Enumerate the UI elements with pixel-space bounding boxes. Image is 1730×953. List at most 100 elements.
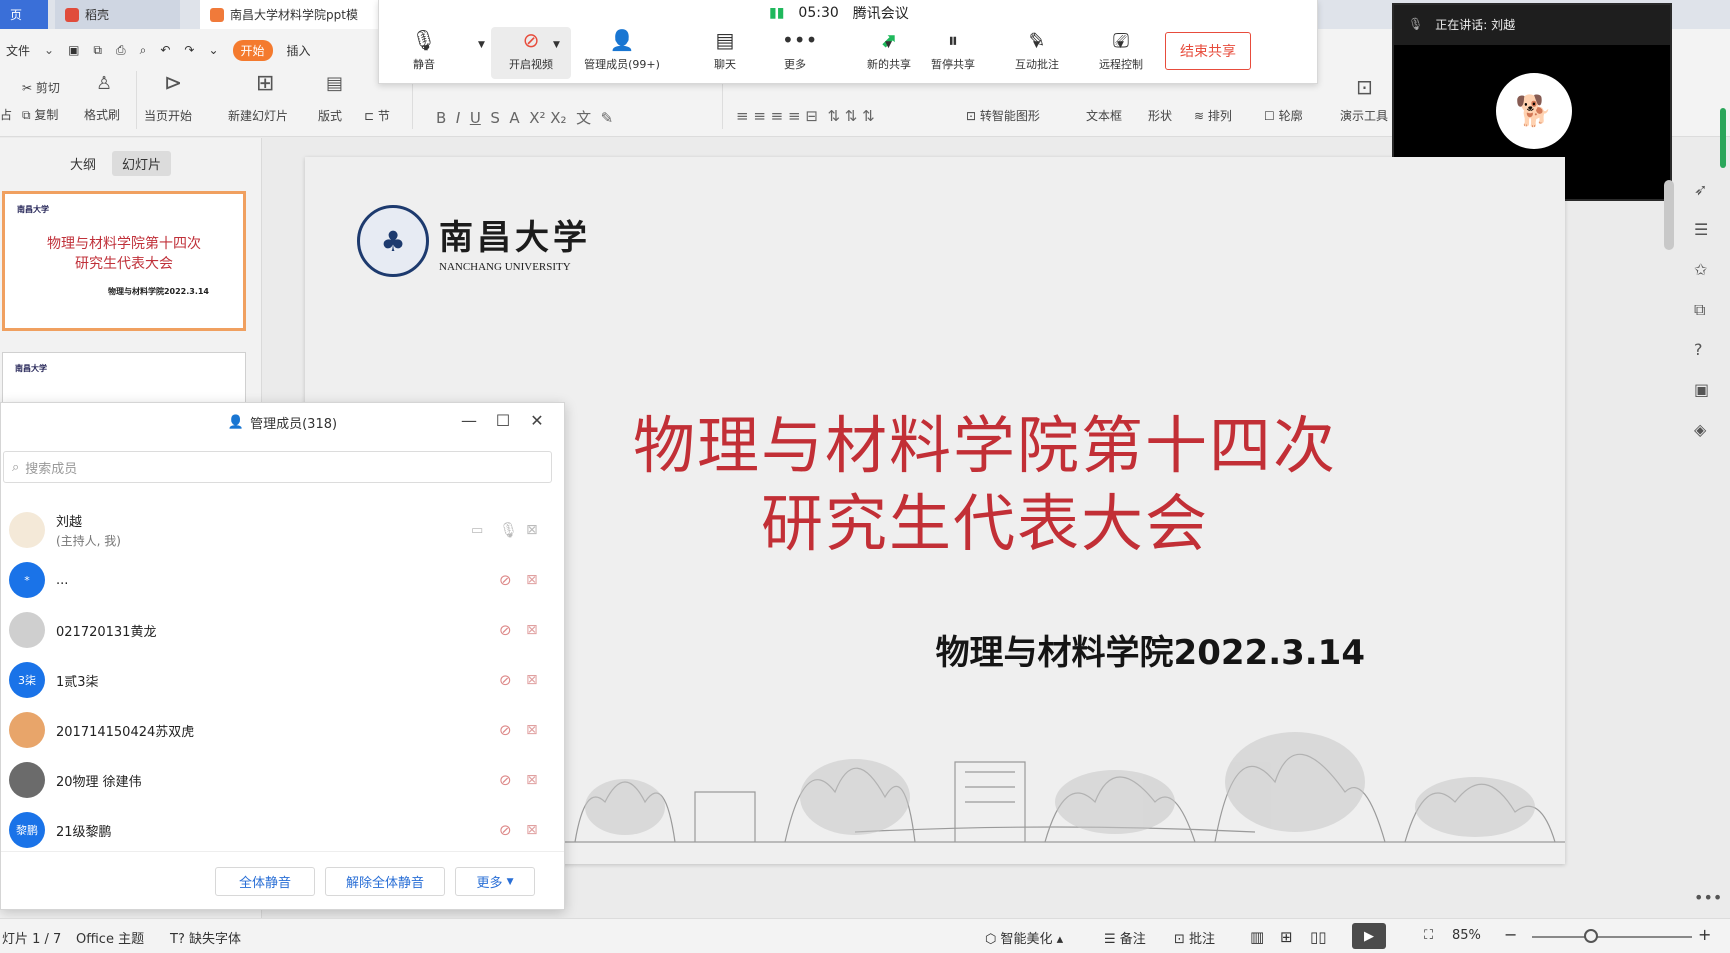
mic-muted-icon[interactable]: ⊘: [499, 571, 512, 589]
camera-off-icon[interactable]: ⊠: [526, 822, 538, 838]
fit-window-icon[interactable]: ⛶: [1424, 928, 1433, 943]
mic-muted-icon[interactable]: ⊘: [499, 771, 512, 789]
from-current-button[interactable]: 当页开始: [144, 107, 192, 124]
member-row[interactable]: 201714150424苏双虎 ⊘ ⊠: [1, 705, 564, 755]
compass-icon[interactable]: ◈: [1694, 420, 1706, 439]
remote-dropdown-icon[interactable]: ▼: [1117, 40, 1124, 50]
more-actions-button[interactable]: 更多 ▼: [455, 867, 535, 896]
menu-file[interactable]: 文件: [6, 42, 30, 59]
manage-members-button[interactable]: 👤 管理成员(99+): [567, 28, 677, 72]
minimize-icon[interactable]: —: [452, 411, 486, 430]
sliders-icon[interactable]: ☰: [1694, 220, 1708, 239]
copy-button[interactable]: ⧉ 复制: [22, 106, 58, 123]
mic-muted-icon[interactable]: ⊘: [499, 821, 512, 839]
annotate-button[interactable]: ✎ 互动批注: [997, 28, 1077, 72]
tab-daoke[interactable]: 稻壳: [55, 0, 180, 29]
more-button[interactable]: ••• 更多: [755, 28, 835, 72]
maximize-icon[interactable]: ☐: [486, 411, 520, 430]
camera-off-icon[interactable]: ⊠: [526, 622, 538, 638]
print-icon[interactable]: ⎙: [116, 43, 126, 58]
unmute-all-button[interactable]: 解除全体静音: [325, 867, 445, 896]
member-row[interactable]: 20物理 徐建伟 ⊘ ⊠: [1, 755, 564, 805]
image-icon[interactable]: ▣: [1694, 380, 1709, 399]
redo-icon[interactable]: ↷: [184, 43, 194, 57]
slide-thumbnail-1[interactable]: 南昌大学 物理与材料学院第十四次 研究生代表大会 物理与材料学院2022.3.1…: [2, 191, 246, 331]
zoom-in-icon[interactable]: +: [1698, 925, 1711, 944]
font-style-group[interactable]: B I U S A X² X₂ 文 ✎: [436, 107, 613, 128]
zoom-level[interactable]: 85%: [1452, 928, 1481, 943]
member-row[interactable]: 刘越 (主持人, 我) ▭ 🎙 ⊠: [1, 505, 564, 555]
format-painter-button[interactable]: 格式刷: [84, 106, 120, 123]
tab-outline[interactable]: 大纲: [60, 151, 106, 176]
annotate-dropdown-icon[interactable]: ▼: [1033, 40, 1040, 50]
arrange-button[interactable]: ≋ 排列: [1194, 107, 1232, 124]
slide-title[interactable]: 物理与材料学院第十四次 研究生代表大会: [535, 407, 1435, 563]
camera-off-icon[interactable]: ⊠: [526, 722, 538, 738]
remote-control-button[interactable]: ⎚ 远程控制: [1081, 28, 1161, 72]
mute-dropdown-icon[interactable]: ▼: [478, 40, 485, 50]
zoom-out-icon[interactable]: −: [1504, 925, 1517, 944]
menu-insert[interactable]: 插入: [287, 42, 311, 59]
video-button[interactable]: ⊘ 开启视频: [491, 27, 571, 79]
shape-button[interactable]: 形状: [1148, 107, 1172, 124]
slideshow-play-button[interactable]: ▶: [1352, 923, 1386, 949]
mute-all-button[interactable]: 全体静音: [215, 867, 315, 896]
close-icon[interactable]: ✕: [520, 411, 554, 430]
comment-button[interactable]: ⊡ 批注: [1174, 928, 1215, 947]
missing-font-button[interactable]: T? 缺失字体: [170, 928, 241, 947]
video-dropdown-icon[interactable]: ▼: [553, 40, 560, 50]
mic-icon[interactable]: 🎙: [499, 521, 518, 539]
tab-slides[interactable]: 幻灯片: [112, 151, 172, 176]
normal-view-icon[interactable]: ▥: [1250, 928, 1264, 946]
smart-shape-button[interactable]: ⊡ 转智能图形: [966, 107, 1040, 124]
more-icon[interactable]: •••: [1694, 888, 1722, 907]
screen-share-icon[interactable]: ▭: [471, 523, 483, 538]
new-slide-button[interactable]: 新建幻灯片: [228, 107, 288, 124]
share-dropdown-icon[interactable]: ▼: [885, 40, 892, 50]
notes-button[interactable]: ☰ 备注: [1104, 928, 1146, 947]
member-row[interactable]: 021720131黄龙 ⊘ ⊠: [1, 605, 564, 655]
zoom-slider-handle[interactable]: [1584, 929, 1598, 943]
member-row[interactable]: 黎鹏 21级黎鹏 ⊘ ⊠: [1, 805, 564, 855]
end-share-button[interactable]: 结束共享: [1165, 32, 1251, 70]
paste-label[interactable]: 占: [0, 106, 12, 123]
grid-view-icon[interactable]: ⊞: [1280, 928, 1293, 946]
pin-icon[interactable]: ✩: [1694, 260, 1707, 279]
member-search-input[interactable]: ⌕ 搜索成员: [3, 451, 552, 483]
member-row[interactable]: *... ⊘ ⊠: [1, 555, 564, 605]
help-icon[interactable]: ?: [1694, 340, 1703, 359]
layout-icon[interactable]: ▤: [326, 73, 343, 94]
save-icon[interactable]: ▣: [68, 43, 79, 57]
tab-home[interactable]: 页: [0, 0, 48, 29]
undo-icon[interactable]: ↶: [160, 43, 170, 57]
beautify-button[interactable]: ⬡ 智能美化 ▴: [985, 928, 1063, 947]
copy-icon[interactable]: ⧉: [1694, 300, 1705, 320]
chevron-down-icon[interactable]: ⌄: [44, 43, 54, 57]
customize-icon[interactable]: ⌄: [208, 43, 218, 57]
camera-off-icon[interactable]: ⊠: [526, 572, 538, 588]
slide-vertical-scrollbar[interactable]: [1664, 180, 1674, 250]
new-slide-icon[interactable]: ⊞: [256, 71, 274, 96]
mic-muted-icon[interactable]: ⊘: [499, 671, 512, 689]
tab-ppt-document[interactable]: 南昌大学材料学院ppt模: [200, 0, 385, 29]
section-button[interactable]: ⊏ 节: [364, 107, 390, 124]
page-scrollbar[interactable]: [1720, 108, 1726, 168]
pause-share-button[interactable]: ⏸ 暂停共享: [913, 28, 993, 72]
preview-icon[interactable]: ⌕: [140, 43, 147, 58]
mic-muted-icon[interactable]: ⊘: [499, 721, 512, 739]
menu-start[interactable]: 开始: [232, 39, 273, 61]
camera-off-icon[interactable]: ⊠: [526, 772, 538, 788]
cut-button[interactable]: ✂ 剪切: [22, 79, 60, 96]
zoom-slider[interactable]: [1532, 936, 1692, 938]
camera-off-icon[interactable]: ⊠: [526, 522, 538, 538]
member-row[interactable]: 3柒 1贰3柒 ⊘ ⊠: [1, 655, 564, 705]
layout-button[interactable]: 版式: [318, 107, 342, 124]
mute-button[interactable]: 🎙 静音: [384, 28, 464, 72]
outline-button[interactable]: ☐ 轮廓: [1264, 107, 1303, 124]
paragraph-align-group[interactable]: ≡ ≡ ≡ ≡ ⊟ ⇅ ⇅ ⇅: [736, 107, 875, 125]
mic-muted-icon[interactable]: ⊘: [499, 621, 512, 639]
present-tool-button[interactable]: 演示工具: [1340, 107, 1388, 124]
play-circle-icon[interactable]: ⊳: [164, 71, 182, 96]
chat-button[interactable]: ▤ 聊天: [685, 28, 765, 72]
theme-name[interactable]: Office 主题: [76, 928, 144, 947]
